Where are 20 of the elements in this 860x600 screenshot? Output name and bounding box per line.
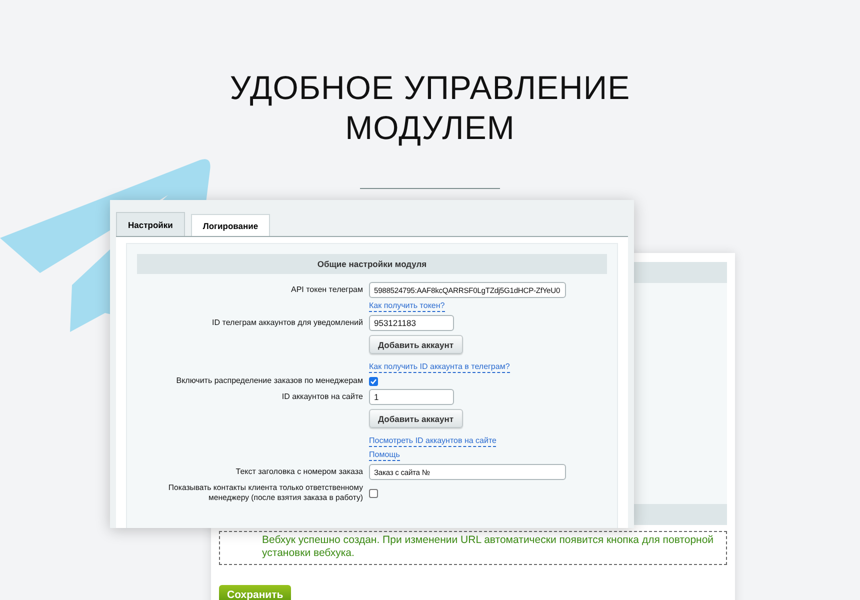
field-label: Текст заголовка с номером заказа bbox=[234, 467, 363, 477]
input-field[interactable]: 953121183 bbox=[369, 315, 454, 331]
help-link[interactable]: Как получить ID аккаунта в телеграм? bbox=[369, 362, 510, 373]
help-link[interactable]: Как получить токен? bbox=[369, 301, 445, 312]
add-account-button[interactable]: Добавить аккаунт bbox=[369, 409, 463, 428]
field-label: ID телеграм аккаунтов для уведомлений bbox=[211, 318, 363, 328]
field-label: ID аккаунтов на сайте bbox=[280, 392, 363, 402]
field-label: Включить распределение заказов по менеджерам bbox=[175, 376, 363, 386]
add-account-button[interactable]: Добавить аккаунт bbox=[369, 335, 463, 354]
help-link[interactable]: Посмотреть ID аккаунтов на сайте bbox=[369, 436, 496, 447]
checkbox[interactable] bbox=[369, 488, 378, 498]
tab[interactable]: Логирование bbox=[190, 214, 270, 236]
success-message: Вебхук успешно создан. При изменении URL автоматически появится кнопка для повторной установки вебхука. bbox=[219, 531, 727, 565]
tab[interactable]: Настройки bbox=[116, 212, 185, 236]
field-label: API токен телеграм bbox=[290, 285, 363, 295]
help-link[interactable]: Помощь bbox=[369, 450, 400, 461]
checkbox[interactable] bbox=[369, 376, 378, 386]
input-field[interactable]: 1 bbox=[369, 389, 454, 405]
page-heading: УДОБНОЕ УПРАВЛЕНИЕ МОДУЛЕМ bbox=[228, 68, 632, 148]
section-header: Общие настройки модуля bbox=[137, 254, 607, 274]
